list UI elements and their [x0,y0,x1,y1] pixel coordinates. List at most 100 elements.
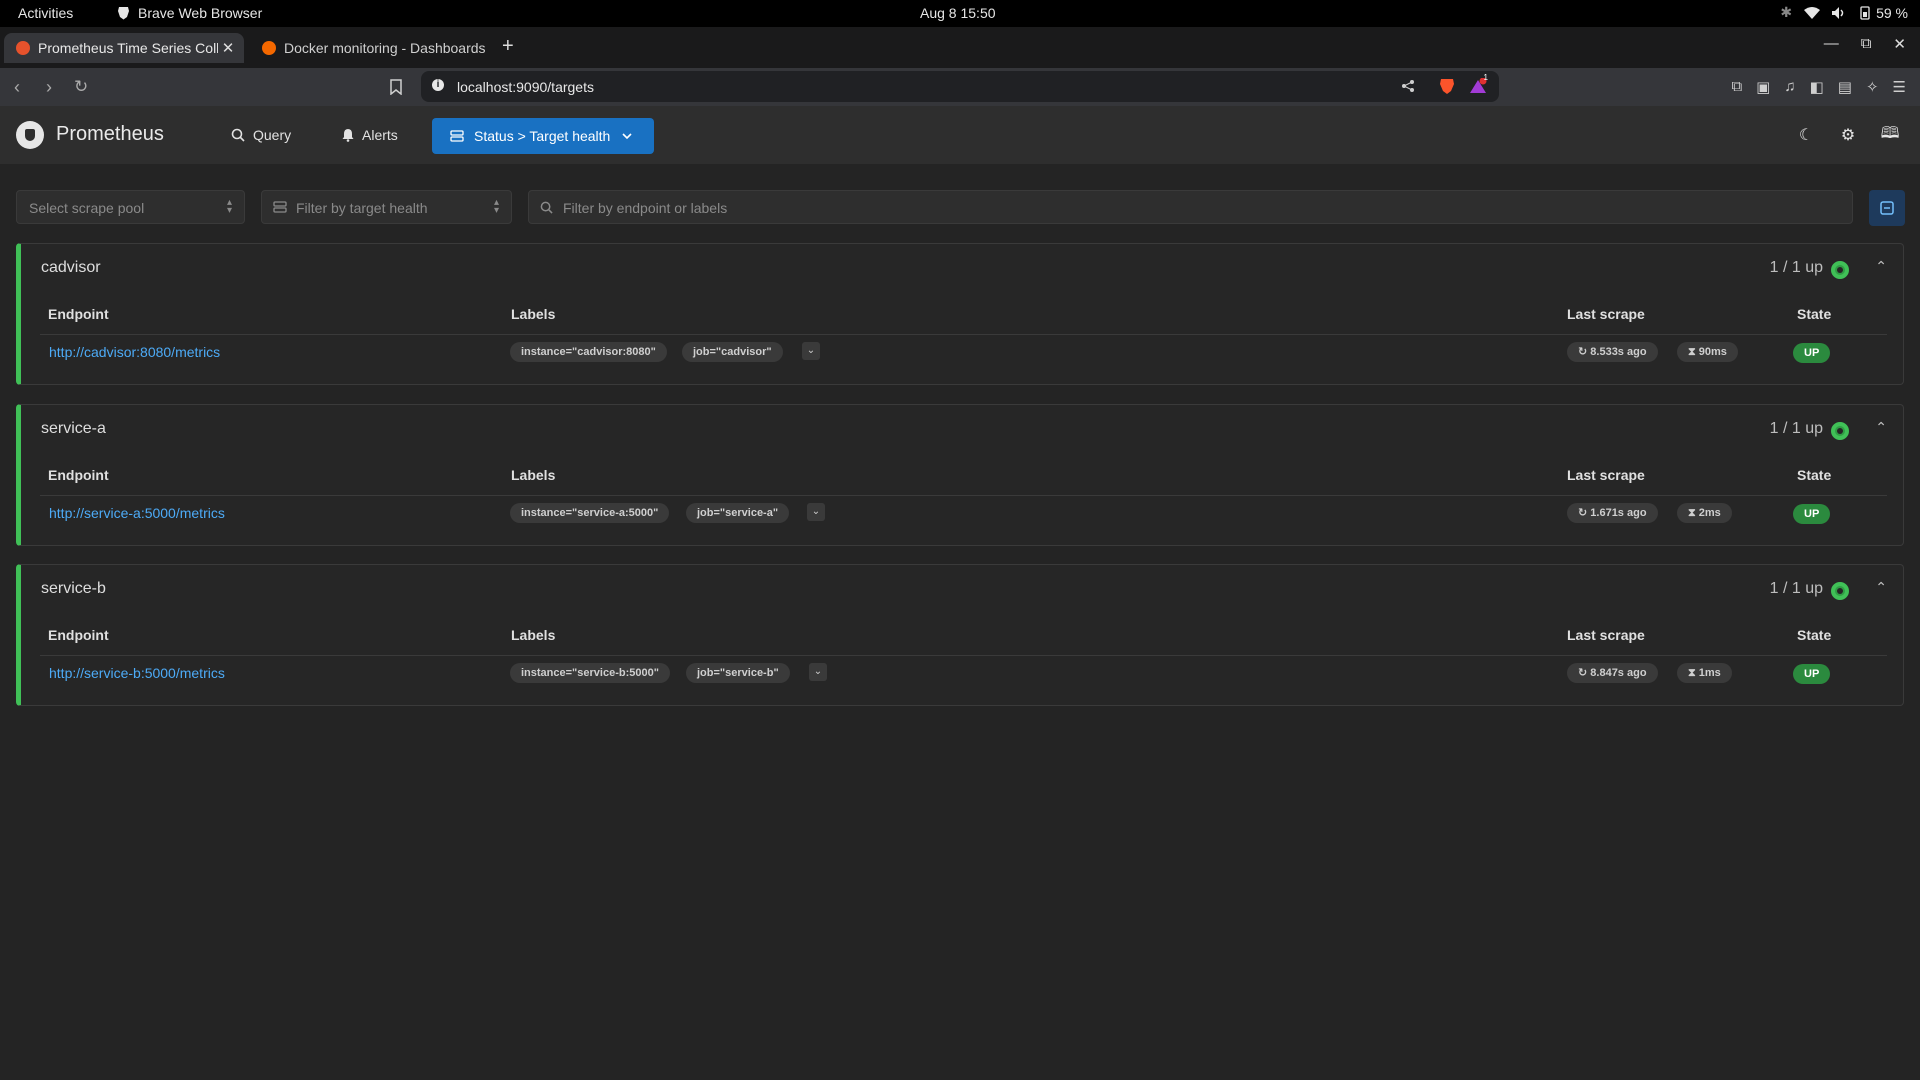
extensions-icon[interactable]: ⧉ [1731,78,1742,96]
last-scrape-header: Last scrape [1567,306,1645,322]
table-divider [40,495,1887,496]
scrape-pool-placeholder: Select scrape pool [29,200,145,216]
expand-labels-icon[interactable]: ⌄ [802,342,820,360]
site-info-icon[interactable]: i [432,79,444,91]
wifi-icon [1804,6,1821,19]
expand-labels-icon[interactable]: ⌄ [809,663,827,681]
last-scrape-header: Last scrape [1567,627,1645,643]
collapse-chevron-icon[interactable]: ⌃ [1875,579,1887,596]
prometheus-logo-icon[interactable] [16,121,44,149]
tab-title: Prometheus Time Series Collection and Pr… [38,40,218,56]
close-tab-icon[interactable]: ✕ [218,39,238,57]
select-caret-icon: ▴ ▾ [493,197,499,216]
brand-title[interactable]: Prometheus [56,123,164,146]
activities-button[interactable]: Activities [18,5,73,21]
menu-icon[interactable]: ☰ [1893,78,1906,96]
minimize-icon[interactable]: — [1824,35,1839,53]
battery-icon [1860,5,1870,20]
wallet-icon[interactable]: ▤ [1838,78,1852,96]
leo-ai-icon[interactable]: ✧ [1866,78,1879,96]
target-health-filter[interactable]: Filter by target health ▴ ▾ [261,190,512,224]
bookmark-icon[interactable] [390,79,402,95]
last-scrape-badge: ↻ 8.847s ago [1567,663,1658,683]
labels-header: Labels [511,627,556,643]
scrape-duration-badge: ⧗ 1ms [1677,663,1732,683]
tab-prometheus[interactable]: Prometheus Time Series Collection and Pr… [4,33,244,63]
tab-grafana[interactable]: Docker monitoring - Dashboards - Grafana [250,33,490,63]
health-ring-icon [1831,582,1849,600]
label-badge-instance: instance="service-a:5000" [510,503,670,523]
endpoint-link[interactable]: http://service-b:5000/metrics [49,665,225,681]
nav-query[interactable]: Query [231,127,291,143]
endpoint-link[interactable]: http://service-a:5000/metrics [49,505,225,521]
last-scrape-badge: ↻ 1.671s ago [1567,503,1658,523]
health-filter-icon [273,201,287,213]
system-tray[interactable]: ✱ 59 % [1780,4,1908,21]
scrape-duration: 2ms [1698,507,1721,519]
table-divider [40,334,1887,335]
last-scrape-time: 8.847s ago [1590,667,1647,679]
scrape-pool-select[interactable]: Select scrape pool ▴ ▾ [16,190,245,224]
prometheus-header: Prometheus Query Alerts Status > Target … [0,106,1920,164]
media-icon[interactable]: ♫ [1784,78,1795,96]
last-scrape-time: 8.533s ago [1590,346,1647,358]
sidebar-toggle-icon[interactable]: ◧ [1810,78,1824,96]
header-actions: ☾ ⚙ 🕮 [1790,120,1906,150]
nav-status-menu[interactable]: Status > Target health [432,118,654,154]
state-badge: UP [1793,343,1831,363]
collapse-chevron-icon[interactable]: ⌃ [1875,419,1887,436]
brave-shields-icon[interactable] [1439,78,1455,95]
state-badge: UP [1793,664,1831,684]
clock[interactable]: Aug 8 15:50 [920,5,996,21]
pool-name: cadvisor [41,259,101,276]
bluetooth-icon: ✱ [1780,4,1793,20]
forward-icon[interactable]: › [46,77,52,98]
label-badge-job: job="service-b" [686,663,790,683]
browser-tab-strip: Prometheus Time Series Collection and Pr… [0,27,1920,68]
layout-collapse-icon [1880,201,1894,215]
app-menu[interactable]: Brave Web Browser [117,5,262,21]
endpoint-header: Endpoint [48,306,109,322]
nav-alerts[interactable]: Alerts [342,127,398,143]
server-cog-icon [450,130,464,142]
restore-icon[interactable]: ⧉ [1861,35,1872,53]
nav-status-label: Status > Target health [474,128,611,144]
reload-icon[interactable]: ↻ [74,77,88,97]
address-bar[interactable]: i localhost:9090/targets 1 [421,71,1499,102]
label-badge-job: job="service-a" [686,503,790,523]
scrape-duration: 1ms [1698,667,1721,679]
health-filter-placeholder: Filter by target health [296,200,428,216]
screenshot-icon[interactable]: ▣ [1756,78,1770,96]
share-icon[interactable] [1401,79,1415,93]
brave-lion-icon [118,7,129,20]
volume-icon [1832,6,1844,19]
theme-toggle-moon-icon[interactable]: ☾ [1790,120,1822,150]
back-icon[interactable]: ‹ [14,77,20,98]
select-caret-icon: ▴ ▾ [226,197,232,216]
endpoint-labels-search[interactable]: Filter by endpoint or labels [528,190,1853,224]
label-badge-job: job="cadvisor" [682,342,783,362]
close-window-icon[interactable]: ✕ [1893,35,1906,53]
collapse-chevron-icon[interactable]: ⌃ [1875,258,1887,275]
tab-title: Docker monitoring - Dashboards - Grafana [284,40,490,56]
collapse-all-button[interactable] [1869,190,1905,226]
last-scrape-header: Last scrape [1567,467,1645,483]
grafana-favicon-icon [262,41,276,55]
nav-query-label: Query [253,127,292,143]
documentation-book-icon[interactable]: 🕮 [1874,120,1906,150]
expand-labels-icon[interactable]: ⌄ [807,503,825,521]
pool-up-count: 1 / 1 up [1769,259,1823,276]
endpoint-header: Endpoint [48,627,109,643]
state-badge: UP [1793,504,1831,524]
bell-icon [342,129,354,142]
new-tab-button[interactable]: + [502,35,514,58]
pool-name: service-a [41,420,106,437]
search-icon [540,201,553,214]
scrape-pool-card: cadvisor 1 / 1 up ⌃ Endpoint Labels Last… [16,243,1904,385]
browser-toolbar: ‹ › ↻ i localhost:9090/targets 1 ⧉ ▣ ♫ ◧… [0,68,1920,106]
endpoint-link[interactable]: http://cadvisor:8080/metrics [49,344,220,360]
settings-gear-icon[interactable]: ⚙ [1832,120,1864,150]
label-badge-instance: instance="cadvisor:8080" [510,342,667,362]
chevron-down-icon [622,132,632,139]
scrape-pool-card: service-a 1 / 1 up ⌃ Endpoint Labels Las… [16,404,1904,546]
